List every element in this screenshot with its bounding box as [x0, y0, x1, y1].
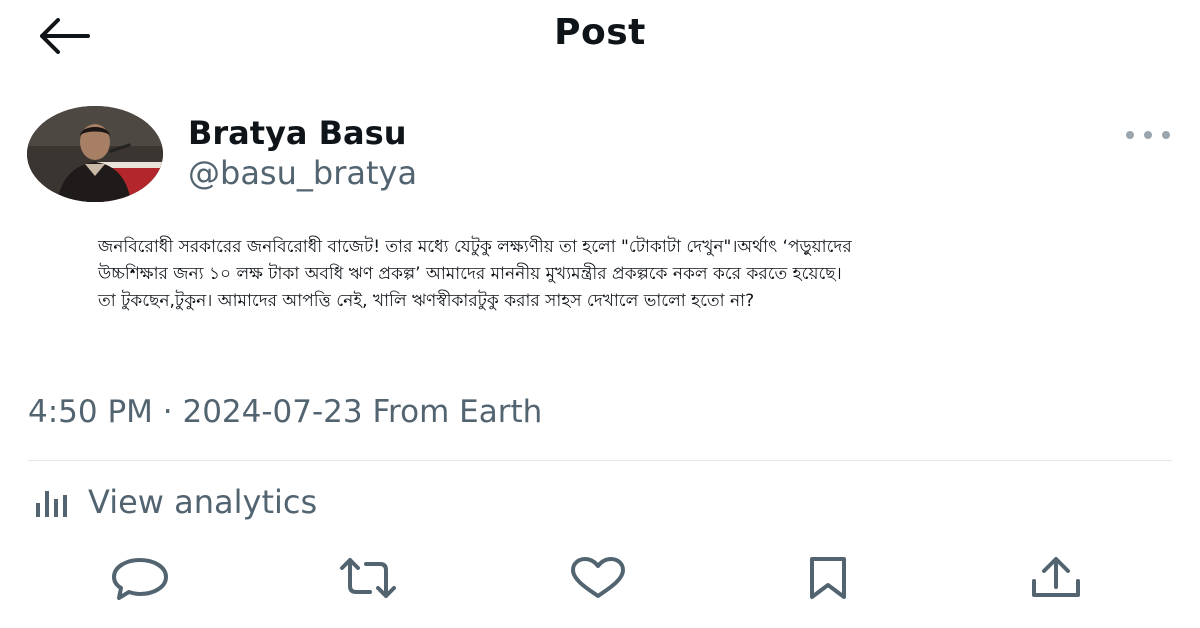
- bar-chart-icon: [36, 491, 67, 517]
- post-timestamp[interactable]: 4:50 PM · 2024-07-23 From Earth: [28, 394, 542, 430]
- avatar[interactable]: [27, 106, 163, 202]
- author-name[interactable]: Bratya Basu: [188, 114, 406, 152]
- repost-icon: [340, 558, 396, 598]
- tweet-line: উচ্চশিক্ষার জন্য ১০ লক্ষ টাকা অবধি ঋণ প্…: [98, 264, 842, 284]
- post-page: Post Bratya Basu @basu_bratya জনবিরোধী স…: [0, 0, 1200, 628]
- like-button[interactable]: [566, 552, 630, 604]
- share-button[interactable]: [1024, 552, 1088, 604]
- heart-icon: [571, 557, 625, 598]
- reply-button[interactable]: [108, 552, 172, 604]
- tweet-line: তা টুকছেন,টুকুন। আমাদের আপত্তি নেই, খালি…: [98, 291, 755, 311]
- view-analytics-button[interactable]: View analytics: [34, 480, 317, 524]
- tweet-text: জনবিরোধী সরকারের জনবিরোধী বাজেট! তার মধ্…: [98, 234, 1158, 315]
- divider: [28, 460, 1172, 461]
- tweet-line: জনবিরোধী সরকারের জনবিরোধী বাজেট! তার মধ্…: [98, 237, 852, 257]
- more-horizontal-icon: [1126, 131, 1170, 139]
- bookmark-icon: [810, 557, 846, 599]
- reply-icon: [112, 558, 168, 600]
- view-analytics-label: View analytics: [88, 483, 318, 521]
- profile-photo: [27, 106, 163, 202]
- more-options-button[interactable]: [1120, 120, 1176, 150]
- share-icon: [1032, 557, 1080, 597]
- author-handle[interactable]: @basu_bratya: [188, 154, 417, 192]
- page-title: Post: [554, 12, 646, 53]
- repost-button[interactable]: [336, 552, 400, 604]
- bookmark-button[interactable]: [796, 552, 860, 604]
